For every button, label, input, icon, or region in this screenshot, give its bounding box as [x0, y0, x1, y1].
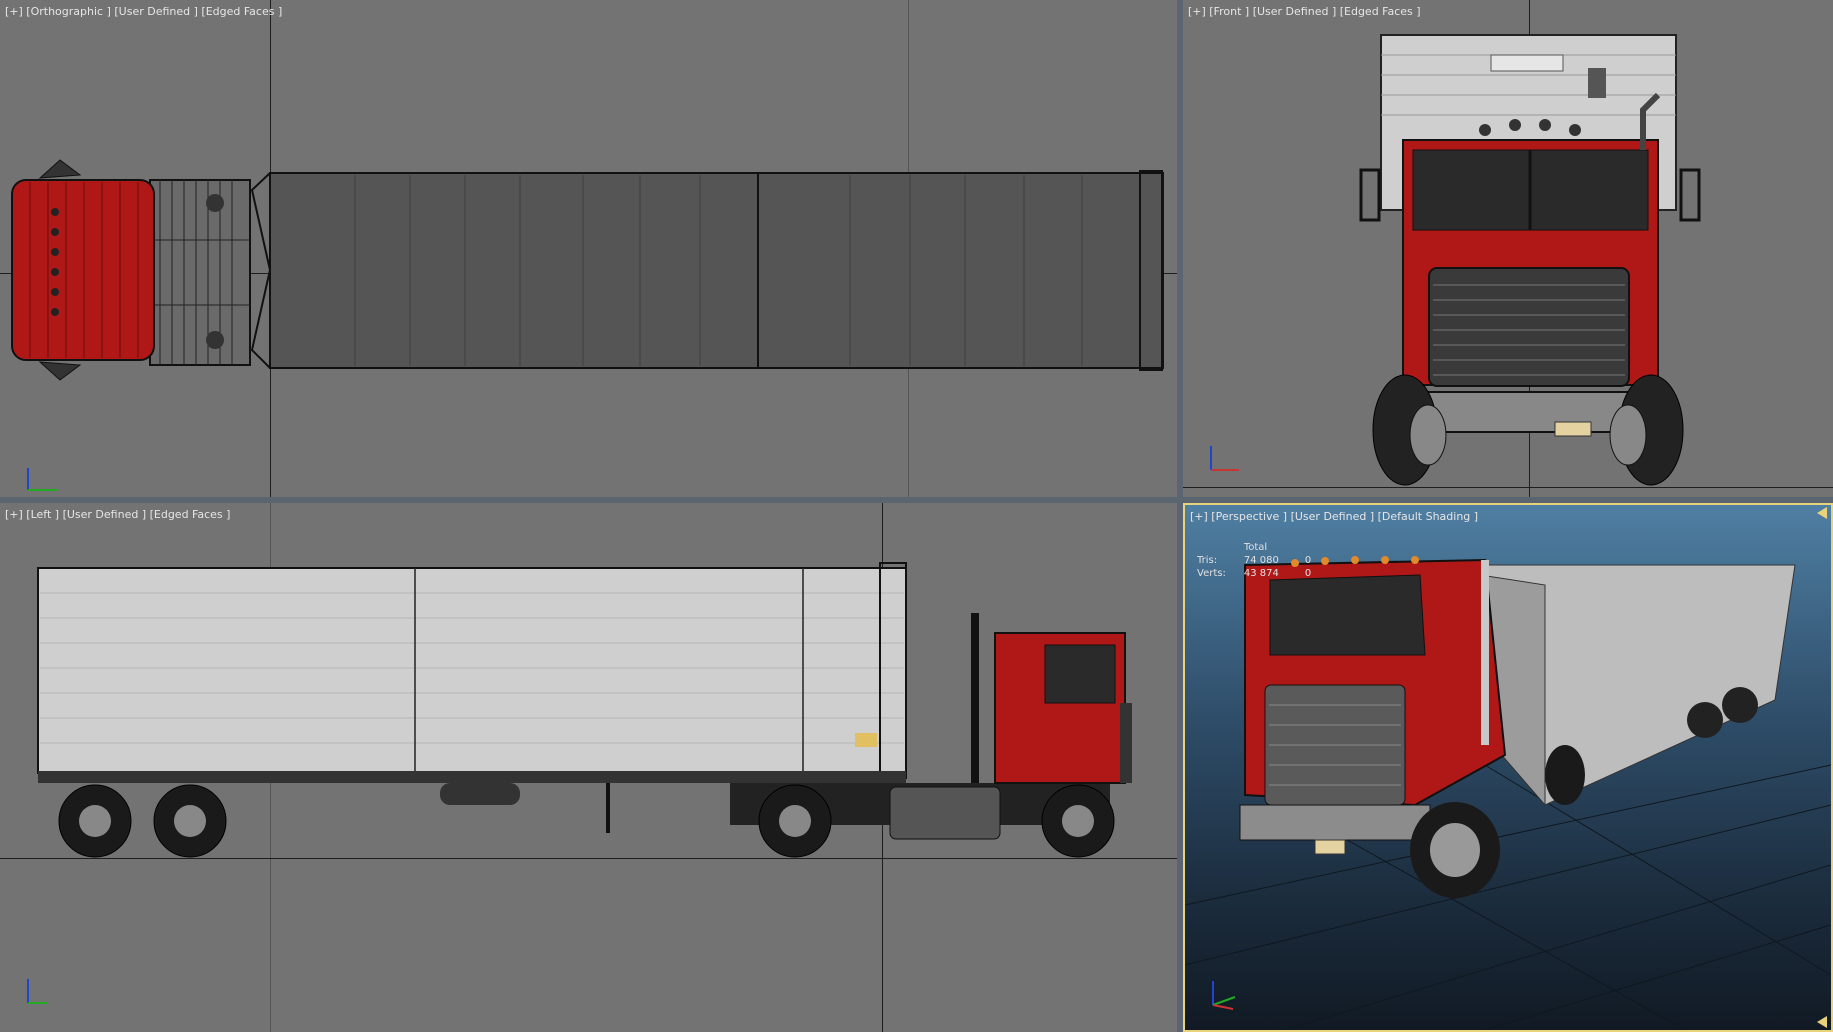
- axis-gizmo-perspective: [1212, 981, 1236, 1010]
- truck-perspective-render[interactable]: [1185, 505, 1831, 1030]
- trailer-side: [37, 567, 907, 774]
- viewport-corner-marker-top: [1817, 507, 1827, 519]
- stats-tris-selected: 0: [1304, 555, 1312, 566]
- stats-verts-selected: 0: [1304, 568, 1312, 579]
- viewport-label-front[interactable]: [+] [Front ] [User Defined ] [Edged Face…: [1188, 5, 1421, 18]
- chassis-top: [149, 179, 251, 366]
- truck-top-view[interactable]: [0, 0, 1177, 497]
- stats-verts-total: 43 874: [1243, 568, 1279, 579]
- cab-top: [11, 179, 155, 361]
- statistics-overlay: Total Tris: 74 080 0 Verts: 43 874 0: [1197, 541, 1317, 580]
- truck-front-view[interactable]: [1183, 0, 1833, 497]
- viewport-corner-marker-bottom: [1817, 1016, 1827, 1028]
- viewport-label-top[interactable]: [+] [Orthographic ] [User Defined ] [Edg…: [5, 5, 282, 18]
- stats-tris-label: Tris:: [1197, 555, 1218, 566]
- viewport-label-perspective[interactable]: [+] [Perspective ] [User Defined ] [Defa…: [1190, 510, 1478, 523]
- truck-side-view[interactable]: [0, 503, 1177, 1032]
- axis-gizmo-top: [27, 468, 58, 491]
- fuel-tank: [889, 786, 1001, 840]
- stats-header: Total: [1243, 542, 1268, 553]
- stats-tris-total: 74 080: [1243, 555, 1279, 566]
- axis-gizmo-front: [1210, 446, 1239, 471]
- viewport-top[interactable]: [+] [Orthographic ] [User Defined ] [Edg…: [0, 0, 1177, 497]
- viewport-front[interactable]: [+] [Front ] [User Defined ] [Edged Face…: [1183, 0, 1833, 497]
- stats-verts-label: Verts:: [1197, 568, 1226, 579]
- axis-gizmo-left: [27, 979, 48, 1004]
- trailer-top: [269, 172, 1164, 369]
- viewport-label-left[interactable]: [+] [Left ] [User Defined ] [Edged Faces…: [5, 508, 230, 521]
- viewport-left[interactable]: [+] [Left ] [User Defined ] [Edged Faces…: [0, 503, 1177, 1032]
- viewport-perspective[interactable]: [+] [Perspective ] [User Defined ] [Defa…: [1183, 503, 1833, 1032]
